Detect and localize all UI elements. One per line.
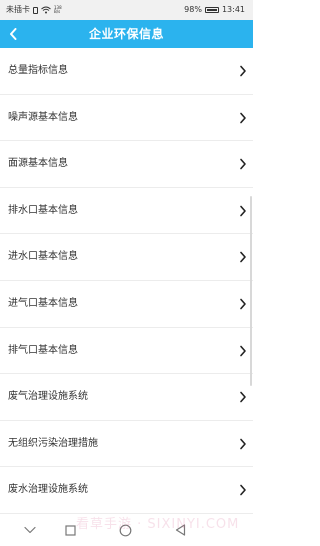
- carrier-label: 未插卡: [6, 5, 30, 14]
- chevron-right-icon: [240, 391, 246, 403]
- watermark: 看草手游 · SIXINYI.COM: [76, 517, 240, 532]
- square-icon: [64, 524, 76, 536]
- page-title: 企业环保信息: [88, 27, 164, 41]
- menu-item-noise-source[interactable]: 噪声源基本信息: [0, 95, 253, 142]
- chevron-right-icon: [240, 112, 246, 123]
- menu-item-label: 噪声源基本信息: [8, 111, 78, 123]
- battery-percent: 98%: [184, 5, 202, 14]
- menu-item-label: 进气口基本信息: [8, 297, 78, 309]
- chevron-down-icon: [24, 526, 36, 534]
- menu-item-label: 进水口基本信息: [8, 251, 78, 263]
- menu-item-water-inlet[interactable]: 进水口基本信息: [0, 234, 253, 281]
- sim-icon: [33, 6, 38, 14]
- menu-item-fugitive-pollution[interactable]: 无组织污染治理措施: [0, 421, 253, 468]
- menu-item-label: 排气口基本信息: [8, 344, 78, 356]
- chevron-right-icon: [240, 485, 246, 496]
- menu-item-exhaust-outlet[interactable]: 排气口基本信息: [0, 328, 253, 375]
- menu-item-air-inlet[interactable]: 进气口基本信息: [0, 281, 253, 328]
- app-header: 企业环保信息: [0, 20, 253, 48]
- status-left: 未插卡 138 B/s: [6, 0, 62, 20]
- menu-item-label: 废水治理设施系统: [8, 484, 88, 496]
- speed-unit: B/s: [54, 9, 61, 14]
- menu-list: 总量指标信息 噪声源基本信息 面源基本信息 排水口基本信息 进水口基本信息 进气…: [0, 48, 253, 514]
- nav-down-button[interactable]: [22, 522, 38, 538]
- menu-item-area-source[interactable]: 面源基本信息: [0, 141, 253, 188]
- chevron-right-icon: [240, 65, 246, 77]
- menu-item-water-outlet[interactable]: 排水口基本信息: [0, 188, 253, 235]
- menu-item-wastewater-treatment[interactable]: 废水治理设施系统: [0, 467, 253, 514]
- menu-item-label: 面源基本信息: [8, 158, 68, 170]
- scrollbar[interactable]: [250, 196, 252, 386]
- status-bar: 未插卡 138 B/s 98% 13:41: [0, 0, 253, 20]
- battery-icon: [204, 7, 219, 13]
- chevron-right-icon: [240, 298, 246, 310]
- menu-item-label: 总量指标信息: [8, 65, 68, 76]
- menu-item-label: 废气治理设施系统: [8, 391, 88, 403]
- menu-item-label: 排水口基本信息: [8, 204, 78, 216]
- network-speed: 138 B/s: [54, 5, 62, 15]
- menu-item-label: 无组织污染治理措施: [8, 437, 98, 449]
- chevron-right-icon: [240, 158, 246, 170]
- clock: 13:41: [221, 5, 245, 14]
- chevron-right-icon: [240, 345, 246, 356]
- chevron-right-icon: [240, 205, 246, 217]
- wifi-icon: [41, 6, 51, 14]
- status-right: 98% 13:41: [184, 0, 245, 20]
- menu-item-exhaust-treatment[interactable]: 废气治理设施系统: [0, 374, 253, 421]
- screen: 未插卡 138 B/s 98% 13:41 企业环保信息 总量指标信息 噪声源基…: [0, 0, 253, 546]
- chevron-right-icon: [240, 438, 246, 450]
- chevron-right-icon: [240, 252, 246, 263]
- menu-item-total-indicators[interactable]: 总量指标信息: [0, 48, 253, 95]
